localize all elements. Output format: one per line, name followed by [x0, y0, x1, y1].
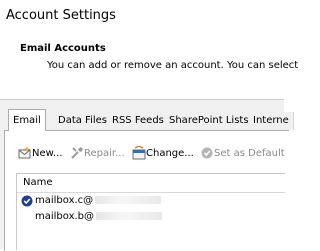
new-button-label: New...	[32, 148, 63, 159]
change-button-label: Change...	[146, 148, 194, 159]
tab-rss-feeds[interactable]: RSS Feeds	[108, 112, 169, 130]
set-default-button[interactable]: Set as Default	[200, 146, 285, 162]
account-name: mailbox.c@	[35, 195, 94, 206]
tab-data-files[interactable]: Data Files	[54, 112, 112, 130]
tab-email[interactable]: Email	[8, 109, 46, 131]
new-account-icon	[18, 146, 32, 160]
redacted-domain	[96, 212, 163, 220]
change-button[interactable]: Change...	[132, 145, 194, 162]
repair-button[interactable]: Repair...	[70, 146, 125, 162]
check-circle-icon	[200, 146, 214, 160]
redacted-domain	[95, 196, 162, 204]
accounts-list: Name mailbox.c@ mailbox.b@	[16, 173, 285, 250]
tab-internet-calendars[interactable]: Interne	[249, 112, 294, 130]
account-row[interactable]: mailbox.b@	[17, 209, 285, 225]
repair-button-label: Repair...	[84, 148, 125, 159]
column-header-name[interactable]: Name	[17, 174, 285, 193]
tab-sharepoint-lists[interactable]: SharePoint Lists	[165, 112, 254, 130]
change-account-icon	[132, 145, 146, 160]
repair-tools-icon	[70, 146, 84, 160]
tab-bar: Email Data Files RSS Feeds SharePoint Li…	[0, 109, 294, 131]
account-row[interactable]: mailbox.c@	[17, 193, 285, 209]
new-button[interactable]: New...	[18, 146, 62, 162]
set-default-label: Set as Default	[214, 148, 285, 159]
section-description: You can add or remove an account. You ca…	[47, 60, 299, 71]
email-accounts-header: Email Accounts You can add or remove an …	[0, 36, 298, 82]
window-title: Account Settings	[6, 8, 116, 23]
account-name: mailbox.b@	[35, 211, 95, 222]
section-title: Email Accounts	[20, 43, 106, 54]
default-account-check-icon	[21, 195, 33, 207]
